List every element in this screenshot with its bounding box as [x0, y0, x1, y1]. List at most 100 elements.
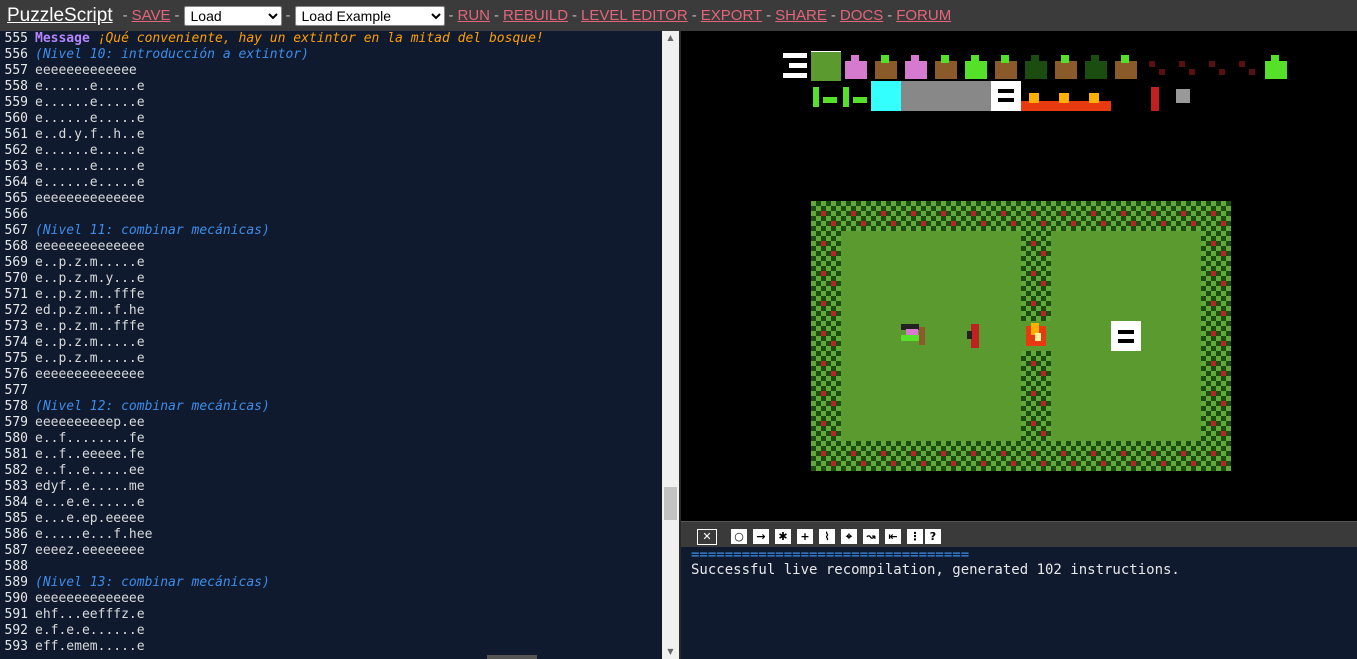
code-line[interactable]: 591 ehf...eefffz.e [0, 607, 662, 623]
palette-sprite[interactable] [961, 81, 991, 111]
code-line[interactable]: 584 e...e.e......e [0, 495, 662, 511]
forum-link[interactable]: FORUM [896, 7, 951, 24]
code-line[interactable]: 588 [0, 559, 662, 575]
close-icon[interactable]: ✕ [697, 529, 717, 545]
export-button[interactable]: EXPORT [701, 7, 762, 24]
code-line[interactable]: 578 (Nivel 12: combinar mecánicas) [0, 399, 662, 415]
code-line[interactable]: 560 e......e.....e [0, 111, 662, 127]
code-line[interactable]: 565 eeeeeeeeeeeeee [0, 191, 662, 207]
code-line[interactable]: 562 e......e.....e [0, 143, 662, 159]
editor-scrollbar[interactable]: ▲ ▼ [662, 31, 679, 659]
horizontal-scrollbar-thumb[interactable] [487, 655, 537, 659]
back-icon[interactable]: ⇤ [885, 529, 901, 544]
palette-sprite[interactable] [1151, 87, 1159, 111]
code-line[interactable]: 555 Message ¡Qué conveniente, hay un exti… [0, 31, 662, 47]
code-line[interactable]: 576 eeeeeeeeeeeeee [0, 367, 662, 383]
code-editor[interactable]: 555 Message ¡Qué conveniente, hay un exti… [0, 31, 662, 659]
add-icon[interactable]: + [797, 529, 813, 544]
code-line[interactable]: 586 e.....e...f.hee [0, 527, 662, 543]
right-arrow-icon[interactable]: → [753, 529, 769, 544]
app-logo[interactable]: PuzzleScript [7, 5, 113, 27]
palette-sprite[interactable] [1081, 93, 1111, 111]
palette-sprite[interactable] [811, 51, 841, 81]
merge-icon[interactable]: ⌖ [841, 529, 857, 544]
code-line[interactable]: 593 eff.emem.....e [0, 639, 662, 655]
help-icon[interactable]: ? [925, 529, 941, 544]
code-line[interactable]: 559 e......e.....e [0, 95, 662, 111]
code-line[interactable]: 566 [0, 207, 662, 223]
scrollbar-thumb[interactable] [664, 487, 677, 520]
palette-sprite[interactable] [1176, 89, 1190, 103]
menu-icon[interactable]: ⋮ [907, 529, 923, 544]
code-line[interactable]: 575 e..p.z.m.....e [0, 351, 662, 367]
palette-sprite[interactable] [871, 81, 901, 111]
code-line[interactable]: 583 edyf..e.....me [0, 479, 662, 495]
palette-sprite[interactable] [843, 87, 867, 107]
palette-sprite[interactable] [965, 55, 987, 79]
scroll-down-icon[interactable]: ▼ [662, 645, 679, 659]
line-number: 584 [4, 495, 28, 510]
code-line[interactable]: 571 e..p.z.m..fffe [0, 287, 662, 303]
code-line[interactable]: 592 e.f.e.e......e [0, 623, 662, 639]
docs-link[interactable]: DOCS [840, 7, 883, 24]
palette-sprite[interactable] [813, 87, 837, 107]
palette-sprite[interactable] [1021, 93, 1051, 111]
code-line[interactable]: 573 e..p.z.m..fffe [0, 319, 662, 335]
palette-sprite[interactable] [991, 81, 1021, 111]
palette-sprite[interactable] [845, 55, 867, 79]
code-line[interactable]: 585 e...e.ep.eeeee [0, 511, 662, 527]
code-line[interactable]: 580 e..f........fe [0, 431, 662, 447]
load-example-select[interactable]: Load Example [294, 5, 445, 26]
code-line[interactable]: 589 (Nivel 13: combinar mecánicas) [0, 575, 662, 591]
palette-sprite[interactable] [905, 55, 927, 79]
code-line[interactable]: 569 e..p.z.m.....e [0, 255, 662, 271]
level-editor-button[interactable]: LEVEL EDITOR [581, 7, 688, 24]
random-icon[interactable]: ✱ [775, 529, 791, 544]
code-line[interactable]: 557 eeeeeeeeeeeee [0, 63, 662, 79]
load-select[interactable]: Load [183, 5, 282, 26]
palette-sprite[interactable] [1115, 55, 1137, 79]
palette-sprite[interactable] [935, 55, 957, 79]
share-button[interactable]: SHARE [775, 7, 827, 24]
code-line[interactable]: 568 eeeeeeeeeeeeee [0, 239, 662, 255]
code-line[interactable]: 563 e......e.....e [0, 159, 662, 175]
palette-sprite[interactable] [1209, 61, 1225, 75]
palette-sprite[interactable] [875, 55, 897, 79]
code-line[interactable]: 574 e..p.z.m.....e [0, 335, 662, 351]
scroll-up-icon[interactable]: ▲ [662, 31, 679, 45]
palette-sprite[interactable] [995, 55, 1017, 79]
code-line[interactable]: 558 e......e.....e [0, 79, 662, 95]
code-line[interactable]: 587 eeeez.eeeeeeee [0, 543, 662, 559]
code-line[interactable]: 579 eeeeeeeeeep.ee [0, 415, 662, 431]
code-line[interactable]: 590 eeeeeeeeeeeeee [0, 591, 662, 607]
palette-sprite[interactable] [1265, 55, 1287, 79]
palette-sprite[interactable] [1149, 61, 1165, 75]
bush-wall-tile [811, 291, 841, 321]
palette-sprite[interactable] [901, 81, 931, 111]
game-canvas[interactable] [681, 31, 1357, 521]
palette-sprite[interactable] [783, 53, 807, 78]
palette-sprite[interactable] [1055, 55, 1077, 79]
palette-sprite[interactable] [1051, 93, 1081, 111]
code-line[interactable]: 556 (Nivel 10: introducción a extintor) [0, 47, 662, 63]
code-line[interactable]: 577 [0, 383, 662, 399]
run-button[interactable]: RUN [458, 7, 491, 24]
squiggle-icon[interactable]: ⌇ [819, 529, 835, 544]
code-line[interactable]: 581 e..f..eeeee.fe [0, 447, 662, 463]
code-line[interactable]: 567 (Nivel 11: combinar mecánicas) [0, 223, 662, 239]
rebuild-button[interactable]: REBUILD [503, 7, 568, 24]
palette-sprite[interactable] [1025, 55, 1047, 79]
palette-sprite[interactable] [1179, 61, 1195, 75]
palette-sprite[interactable] [1085, 55, 1107, 79]
code-line[interactable]: 570 e..p.z.m.y...e [0, 271, 662, 287]
wave-icon[interactable]: ↝ [863, 529, 879, 544]
palette-sprite[interactable] [931, 81, 961, 111]
action-icon[interactable]: ○ [731, 529, 747, 544]
comment-line: (Nivel 13: combinar mecánicas) [35, 575, 270, 590]
code-line[interactable]: 572 ed.p.z.m..f.he [0, 303, 662, 319]
save-button[interactable]: SAVE [132, 7, 171, 24]
palette-sprite[interactable] [1239, 61, 1255, 75]
code-line[interactable]: 564 e......e.....e [0, 175, 662, 191]
code-line[interactable]: 582 e..f..e.....ee [0, 463, 662, 479]
code-line[interactable]: 561 e..d.y.f..h..e [0, 127, 662, 143]
